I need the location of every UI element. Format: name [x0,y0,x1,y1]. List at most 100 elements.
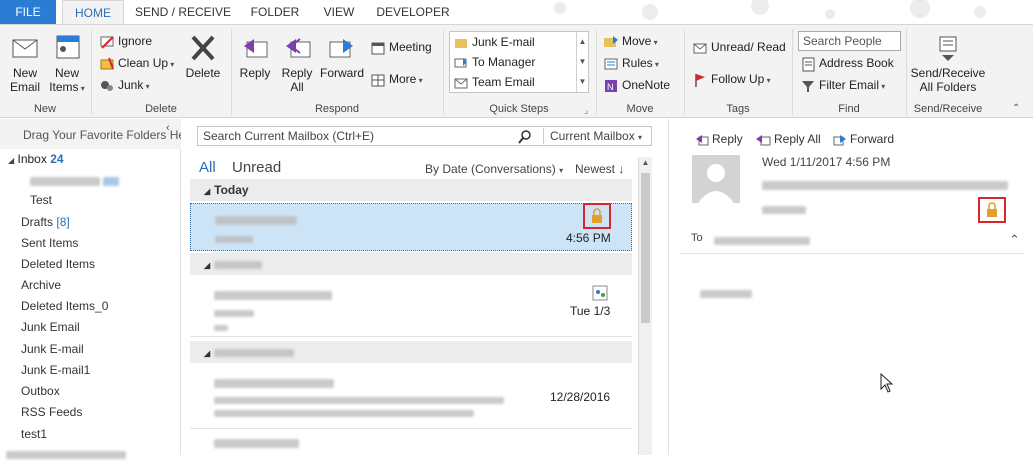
folder-junk-e-mail[interactable]: Junk E-mail [21,339,84,359]
scroll-thumb[interactable] [641,173,650,323]
filter-unread[interactable]: Unread [232,159,281,176]
chevron-down-icon[interactable]: ▼ [577,52,588,72]
more-respond-button[interactable]: More ▾ [370,69,423,89]
arrow-down-icon: ↓ [618,162,625,176]
meeting-people-icon [592,285,608,301]
reply-all-icon [756,134,771,146]
theme-pattern-icon [554,0,986,20]
tab-home[interactable]: HOME [62,0,124,25]
sort-order-toggle[interactable]: Newest ↓ [575,162,624,176]
forward-button[interactable]: Forward [318,33,366,80]
quick-step-team-email[interactable]: Team Email [454,72,535,92]
message-time: 4:56 PM [566,231,611,245]
filter-funnel-icon [802,80,814,92]
reply-button[interactable]: Reply [236,33,274,80]
folder-test1[interactable]: test1 [21,424,47,444]
group-label-quick-steps: Quick Steps [489,103,549,115]
lock-icon [592,208,602,223]
folder-sent-items[interactable]: Sent Items [21,233,78,253]
collapse-pane-chevron-icon[interactable]: ‹ [166,122,170,134]
chevron-up-icon[interactable]: ▲ [577,32,588,52]
group-label-respond: Respond [314,103,360,115]
folder-outbox[interactable]: Outbox [21,381,60,401]
reply-all-button[interactable]: Reply All [278,33,316,94]
unread-read-button[interactable]: Unread/ Read [692,37,786,57]
envelope-icon [693,43,707,54]
group-header-redacted[interactable]: ◢ [190,341,632,363]
delete-button[interactable]: Delete [182,33,224,80]
reading-reply-button[interactable]: Reply [695,131,743,147]
dialog-launcher-icon[interactable]: ⌟ [584,105,588,116]
folder-pane: Drag Your Favorite Folders He ‹ ◢ Inbox … [0,119,181,459]
send-receive-icon [939,36,957,61]
search-mailbox-input[interactable]: Search Current Mailbox (Ctrl+E) Current … [197,126,652,146]
reply-icon [696,134,709,146]
message-list-scrollbar[interactable]: ▲ [638,157,652,455]
collapse-ribbon-icon[interactable]: ⌃ [1012,103,1020,114]
search-icon[interactable] [518,130,532,144]
folder-archive[interactable]: Archive [21,275,61,295]
inbox-unread-count: 24 [50,152,64,166]
tab-view[interactable]: VIEW [314,0,364,24]
ignore-button[interactable]: Ignore [99,31,152,51]
search-people-input[interactable]: Search People [798,31,901,51]
tab-file[interactable]: FILE [0,0,56,24]
new-email-icon [12,39,38,58]
move-button[interactable]: Move ▾ [603,31,658,51]
reading-forward-button[interactable]: Forward [833,131,894,147]
tab-developer[interactable]: DEVELOPER [372,0,454,24]
message-row[interactable]: Tue 1/3 [190,277,632,337]
folder-deleted-items-0[interactable]: Deleted Items_0 [21,296,108,316]
expand-gallery-icon[interactable]: ▼ [577,72,588,92]
group-label-move: Move [626,103,654,115]
message-preview [214,320,228,334]
meeting-button[interactable]: Meeting [370,37,432,57]
address-book-icon [802,57,815,72]
folder-test[interactable]: Test [30,190,52,210]
group-label-tags: Tags [726,103,750,115]
follow-up-button[interactable]: Follow Up ▾ [692,69,771,89]
group-header-redacted[interactable]: ◢ [190,253,632,275]
quick-steps-scroll[interactable]: ▲ ▼ ▼ [576,32,588,92]
reading-pane: Reply Reply All Forward Wed 1/11/2017 4:… [670,119,1033,455]
mouse-cursor-icon [880,373,894,393]
search-scope-dropdown[interactable]: Current Mailbox ▾ [543,128,642,144]
redacted-account[interactable] [6,448,126,462]
onenote-button[interactable]: N OneNote [603,75,670,95]
folder-drafts[interactable]: Drafts [8] [21,212,70,232]
group-header-today[interactable]: ◢ Today [190,179,632,201]
redacted-subfolder[interactable] [30,175,120,189]
quick-step-junk-email[interactable]: Junk E-mail [454,32,535,52]
tab-folder[interactable]: FOLDER [244,0,306,24]
scroll-up-icon[interactable]: ▲ [639,157,652,169]
filter-email-button[interactable]: Filter Email ▾ [800,75,885,95]
sort-by-dropdown[interactable]: By Date (Conversations) ▾ [425,162,563,176]
folder-icon [455,38,467,48]
address-book-button[interactable]: Address Book [800,53,894,73]
folder-rss-feeds[interactable]: RSS Feeds [21,402,82,422]
junk-button[interactable]: Junk ▾ [99,75,150,95]
ribbon-home: New Email New Items ▾ New Ignore Clean Up … [0,24,1033,118]
more-grid-icon [371,74,385,87]
message-row[interactable]: 12/28/2016 [190,365,632,429]
tab-send-receive[interactable]: SEND / RECEIVE [130,0,236,24]
rules-button[interactable]: Rules ▾ [603,53,659,73]
new-email-button[interactable]: New Email [6,33,44,94]
reply-all-icon [286,38,311,58]
to-label: To [691,232,703,244]
collapse-header-chevron-icon[interactable]: ⌃ [1009,232,1020,248]
message-time: 12/28/2016 [550,390,611,404]
expand-triangle-icon[interactable]: ◢ [8,156,14,165]
reading-reply-all-button[interactable]: Reply All [755,131,821,147]
folder-junk-email[interactable]: Junk Email [21,317,80,337]
team-mail-icon [454,78,468,89]
folder-inbox[interactable]: ◢ Inbox 24 [8,149,64,169]
filter-all[interactable]: All [199,159,216,176]
new-items-button[interactable]: New Items ▾ [46,33,88,96]
send-receive-all-button[interactable]: Send/Receive All Folders [910,33,986,94]
folder-deleted-items[interactable]: Deleted Items [21,254,95,274]
folder-junk-e-mail1[interactable]: Junk E-mail1 [21,360,90,380]
quick-step-to-manager[interactable]: To Manager [454,52,535,72]
quick-steps-gallery: Junk E-mail To Manager Team Email ▲ ▼ ▼ [449,31,589,93]
clean-up-button[interactable]: Clean Up ▾ [99,53,174,73]
